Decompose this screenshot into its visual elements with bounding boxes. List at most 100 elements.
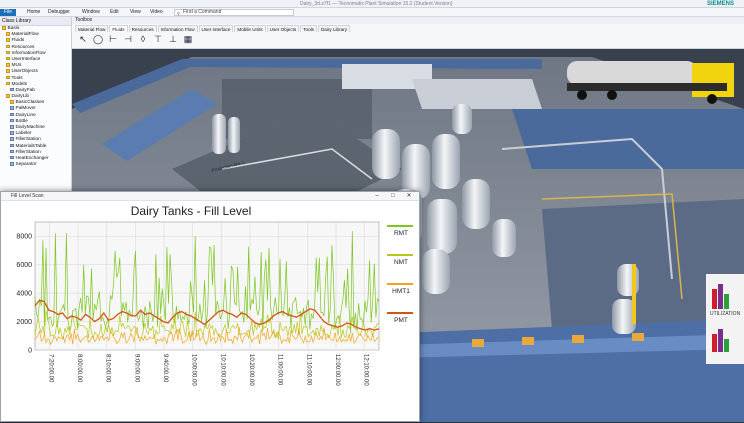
- y-tick-label: 6000: [16, 262, 32, 269]
- object-icon: [10, 162, 14, 166]
- x-tick-label: 11:10:00.00: [305, 354, 311, 386]
- legend-item: NMT: [387, 251, 417, 280]
- folder-icon: [2, 26, 6, 30]
- object-icon: [10, 106, 14, 110]
- x-tick-label: 10:20:00.00: [248, 354, 254, 386]
- title-bar: Dairy_3d.s7f1 — Tecnomatix Plant Simulat…: [0, 0, 744, 8]
- valve-tool-icon[interactable]: ◊: [138, 34, 148, 44]
- library-item-label: Resources: [11, 44, 35, 50]
- library-item-label: Models: [11, 81, 27, 87]
- tank-tool-icon[interactable]: ◯: [93, 34, 103, 44]
- library-item-label: Bottle: [15, 118, 28, 124]
- ribbon-tab-home[interactable]: Home: [27, 9, 40, 16]
- toolbox-panel: Toolbox Material Flow Fluids Resources Info…: [72, 17, 744, 49]
- ribbon-tab-debugger[interactable]: Debugger: [48, 9, 70, 16]
- folder-icon: [6, 75, 10, 79]
- x-tick-label: 12:10:00.00: [363, 354, 369, 386]
- x-tick-label: 8:10:00.00: [105, 354, 111, 383]
- x-tick-label: 9:40:00.00: [162, 354, 168, 383]
- library-item-label: Separator: [15, 162, 37, 168]
- search-icon: ⚲: [177, 11, 180, 16]
- folder-icon: [6, 44, 10, 49]
- ribbon: File Home Debugger Window Edit View Vide…: [0, 8, 744, 17]
- class-library-panel: Class Library Basis MaterialFlow Fluids Res…: [0, 17, 72, 197]
- siemens-logo: SIEMENS: [706, 1, 734, 7]
- legend-item: RMT: [387, 222, 417, 251]
- x-tick-label: 8:00:00.00: [76, 354, 82, 383]
- window-title: Dairy_3d.s7f1 — Tecnomatix Plant Simulat…: [300, 1, 453, 7]
- library-item-label: MUs: [11, 63, 22, 69]
- plot-area: [34, 221, 380, 351]
- y-tick-label: 2000: [16, 319, 32, 326]
- folder-icon: [6, 94, 10, 98]
- y-tick-label: 4000: [16, 291, 32, 298]
- toolbox-tab[interactable]: Tools: [300, 25, 317, 32]
- toolbox-tab[interactable]: Fluids: [109, 25, 128, 32]
- source-tool-icon[interactable]: ⊤: [153, 34, 163, 44]
- library-item-label: DairyLib: [11, 94, 30, 100]
- ribbon-tab-view[interactable]: View: [130, 9, 141, 16]
- library-item-label: BasicClasses: [15, 100, 45, 106]
- object-icon: [10, 118, 14, 123]
- x-tick-label: 12:00:00.00: [334, 354, 340, 386]
- pump-tool-icon[interactable]: ⊣: [123, 34, 133, 44]
- utilization-label: UTILIZATION: [710, 311, 741, 317]
- toolbox-tab[interactable]: Information Flow: [157, 25, 198, 32]
- toolbox-tab[interactable]: Material Flow: [75, 25, 109, 32]
- library-item-label: UserInterface: [11, 56, 41, 62]
- toolbox-tab[interactable]: Dairy Library: [317, 25, 351, 32]
- class-library-title: Class Library: [0, 17, 71, 26]
- legend-label: PMT: [394, 317, 408, 324]
- legend-swatch: [387, 283, 413, 285]
- object-icon: [10, 149, 14, 154]
- mixer-tool-icon[interactable]: ▦: [183, 34, 193, 44]
- legend-item: HMT1: [387, 280, 417, 309]
- library-item-label: DairyLine: [15, 112, 36, 118]
- ribbon-tab-edit[interactable]: Edit: [110, 9, 119, 16]
- object-icon: [10, 155, 14, 160]
- drain-tool-icon[interactable]: ⊥: [168, 34, 178, 44]
- library-item-label: PalMover: [15, 106, 36, 112]
- legend-swatch: [387, 254, 413, 256]
- fill-level-chart-window[interactable]: Fill Level Scan – □ ✕ Dairy Tanks - Fill…: [0, 191, 420, 422]
- object-icon: [10, 87, 14, 92]
- toolbox-tab[interactable]: Mobile Units: [234, 25, 266, 32]
- toolbox-tab[interactable]: User Interface: [198, 25, 234, 32]
- y-tick-label: 0: [28, 348, 32, 355]
- x-tick-label: 7:20:00.00: [47, 354, 53, 383]
- ribbon-tab-window[interactable]: Window: [82, 9, 100, 16]
- object-icon: [10, 112, 14, 117]
- library-item-label: Labeler: [15, 131, 32, 137]
- legend-item: PMT: [387, 309, 417, 338]
- fill-level-chart: 0 2000 4000 6000 8000 7:20:00.00 8:00:00.00 8:1…: [16, 221, 380, 386]
- folder-icon: [6, 38, 10, 42]
- object-icon: [10, 125, 14, 129]
- library-item-label: FillerStation: [15, 137, 41, 143]
- find-command-input[interactable]: ⚲ Find a Command: [174, 9, 294, 16]
- folder-icon: [6, 50, 10, 55]
- x-tick-label: 10:10:00.00: [219, 354, 225, 386]
- object-icon: [10, 131, 14, 135]
- toolbox-tab[interactable]: Resources: [128, 25, 157, 32]
- library-item[interactable]: Separator: [0, 162, 71, 168]
- pipe-tool-icon[interactable]: ⊢: [108, 34, 118, 44]
- toolbox-tools: ↖ ◯ ⊢ ⊣ ◊ ⊤ ⊥ ▦: [78, 34, 193, 46]
- toolbox-tab[interactable]: User Objects: [266, 25, 300, 32]
- x-tick-label: 9:00:00.00: [133, 354, 139, 383]
- y-tick-label: 8000: [16, 234, 32, 241]
- chart-legend: RMT NMT HMT1 PMT: [387, 222, 417, 338]
- pointer-tool-icon[interactable]: ↖: [78, 34, 88, 44]
- toolbox-tabs: Material Flow Fluids Resources Information …: [75, 25, 351, 32]
- ribbon-tab-video[interactable]: Video: [150, 9, 163, 16]
- library-item-label: MaterialFlow: [11, 32, 39, 38]
- folder-icon: [6, 69, 10, 73]
- legend-swatch: [387, 225, 413, 227]
- library-item-label: Tools: [11, 75, 23, 81]
- folder-icon: [6, 81, 10, 86]
- library-item-label: DairyFab: [15, 87, 35, 93]
- library-item-label: InformationFlow: [11, 50, 46, 56]
- library-item-label: DairyMachine: [15, 125, 45, 131]
- folder-icon: [6, 32, 10, 36]
- ribbon-tab-file[interactable]: File: [0, 9, 17, 16]
- library-item-label: Fluids: [11, 38, 25, 44]
